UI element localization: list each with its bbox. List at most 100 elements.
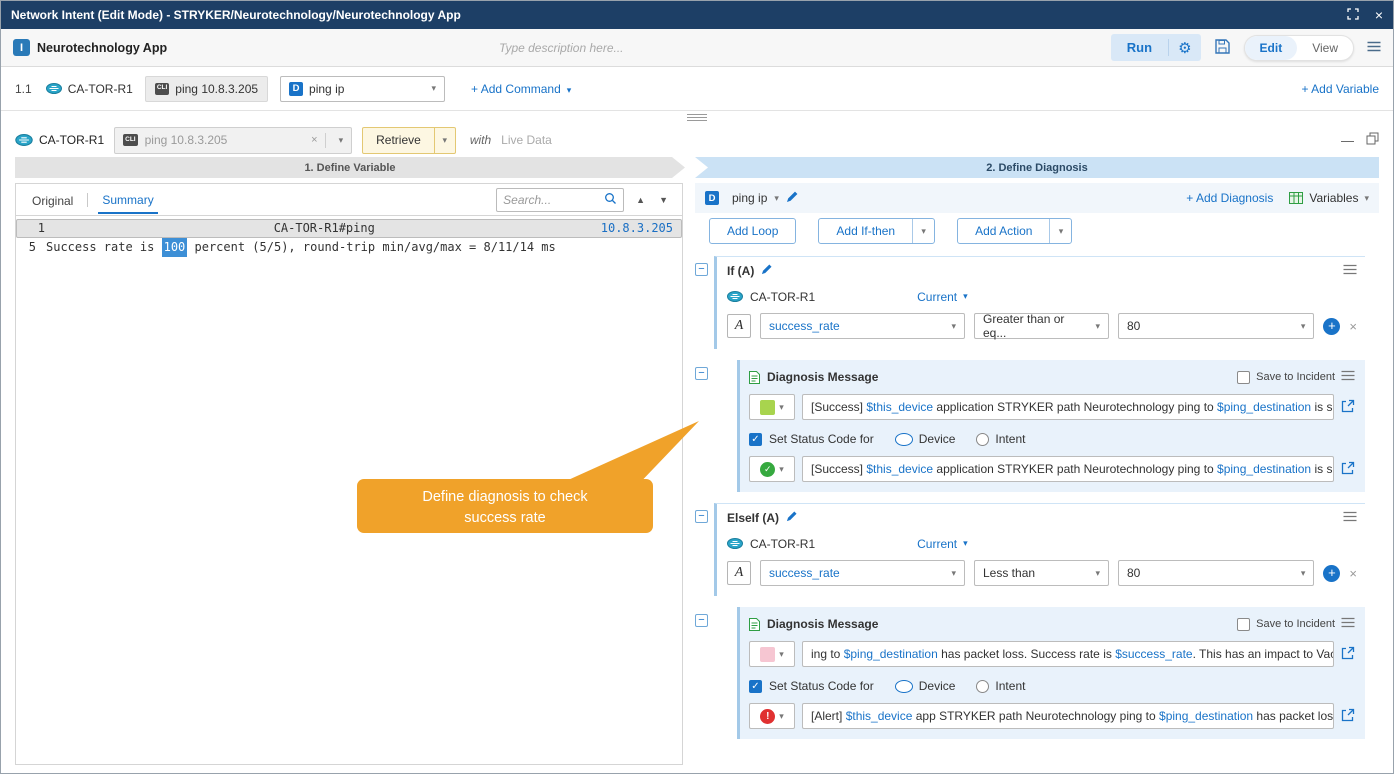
status-code-select[interactable]: ! ▾ bbox=[749, 703, 795, 729]
remove-condition-icon[interactable]: × bbox=[1349, 319, 1357, 334]
scope-select[interactable]: Current ▾ bbox=[917, 290, 968, 304]
block-menu-icon[interactable] bbox=[1343, 264, 1357, 278]
parser-select[interactable]: D ping ip ▾ bbox=[280, 76, 445, 102]
block-menu-icon[interactable] bbox=[1341, 370, 1355, 384]
operator-select[interactable]: Less than ▾ bbox=[974, 560, 1109, 586]
add-variable-button[interactable]: + Add Variable bbox=[1301, 82, 1379, 96]
variables-button[interactable]: Variables ▾ bbox=[1289, 191, 1369, 205]
add-action-dropdown[interactable]: ▾ bbox=[1049, 219, 1071, 243]
variable-token[interactable]: $ping_destination bbox=[1217, 462, 1311, 476]
intent-radio[interactable]: Intent bbox=[976, 679, 1025, 693]
color-select[interactable]: ▾ bbox=[749, 641, 795, 667]
view-mode-button[interactable]: View bbox=[1297, 36, 1353, 60]
command-select[interactable]: CLI ping 10.8.3.205 × ▾ bbox=[114, 127, 352, 154]
restore-icon[interactable] bbox=[1366, 132, 1379, 148]
add-condition-icon[interactable]: + bbox=[1323, 565, 1340, 582]
intent-radio[interactable]: Intent bbox=[976, 432, 1025, 446]
device-radio[interactable]: Device bbox=[895, 679, 956, 693]
variable-select[interactable]: success_rate ▾ bbox=[760, 313, 965, 339]
status-code-select[interactable]: ✓ ▾ bbox=[749, 456, 795, 482]
expand-message-icon[interactable] bbox=[1341, 708, 1355, 725]
add-diagnosis-button[interactable]: + Add Diagnosis bbox=[1186, 191, 1273, 205]
device-name: CA-TOR-R1 bbox=[750, 537, 815, 551]
collapse-icon[interactable]: − bbox=[695, 263, 708, 276]
save-to-incident-checkbox[interactable] bbox=[1237, 371, 1250, 384]
device-radio[interactable]: Device bbox=[895, 432, 956, 446]
add-condition-icon[interactable]: + bbox=[1323, 318, 1340, 335]
clear-command-icon[interactable]: × bbox=[311, 134, 317, 146]
next-match-icon[interactable]: ▼ bbox=[657, 195, 670, 205]
minimize-icon[interactable]: — bbox=[1341, 133, 1354, 148]
parser-value[interactable]: ping ip bbox=[732, 191, 767, 205]
retrieve-label[interactable]: Retrieve bbox=[363, 128, 434, 153]
variable-select[interactable]: success_rate ▾ bbox=[760, 560, 965, 586]
expand-message-icon[interactable] bbox=[1341, 461, 1355, 478]
add-if-then-dropdown[interactable]: ▾ bbox=[912, 219, 934, 243]
variable-token[interactable]: $ping_destination bbox=[1217, 400, 1311, 414]
block-menu-icon[interactable] bbox=[1341, 617, 1355, 631]
prev-match-icon[interactable]: ▲ bbox=[634, 195, 647, 205]
edit-pencil-icon[interactable] bbox=[786, 510, 798, 525]
message-input[interactable]: ing to $ping_destination has packet loss… bbox=[802, 641, 1334, 667]
command-chip[interactable]: CLI ping 10.8.3.205 bbox=[145, 76, 268, 102]
expand-message-icon[interactable] bbox=[1341, 646, 1355, 663]
color-select[interactable]: ▾ bbox=[749, 394, 795, 420]
chevron-down-icon[interactable]: ▾ bbox=[774, 193, 779, 204]
block-menu-icon[interactable] bbox=[1343, 511, 1357, 525]
collapse-icon[interactable]: − bbox=[695, 510, 708, 523]
variable-token[interactable]: $ping_destination bbox=[844, 647, 938, 661]
message-text: application STRYKER path Neurotechnology… bbox=[933, 462, 1217, 476]
collapse-icon[interactable]: − bbox=[695, 367, 708, 380]
run-button[interactable]: Run bbox=[1111, 40, 1168, 55]
operator-value: Less than bbox=[983, 566, 1035, 580]
edit-mode-button[interactable]: Edit bbox=[1245, 36, 1298, 60]
search-input[interactable] bbox=[503, 193, 604, 207]
device-chip[interactable]: CA-TOR-R1 bbox=[46, 82, 133, 96]
variable-token[interactable]: $this_device bbox=[846, 709, 913, 723]
value-select[interactable]: 80 ▾ bbox=[1118, 313, 1314, 339]
add-loop-button[interactable]: Add Loop bbox=[709, 218, 796, 244]
set-status-checkbox[interactable]: ✓ bbox=[749, 680, 762, 693]
chevron-down-icon: ▾ bbox=[432, 83, 437, 94]
radio-selected-icon bbox=[895, 680, 913, 693]
splitter[interactable] bbox=[1, 111, 1393, 123]
retrieve-dropdown[interactable]: ▾ bbox=[434, 128, 455, 153]
message-input[interactable]: [Alert] $this_device app STRYKER path Ne… bbox=[802, 703, 1334, 729]
device-chip: CA-TOR-R1 bbox=[15, 133, 104, 147]
chevron-down-icon: ▾ bbox=[1095, 568, 1100, 579]
variable-token[interactable]: $ping_destination bbox=[1159, 709, 1253, 723]
add-command-button[interactable]: + Add Command▾ bbox=[471, 82, 571, 96]
splitter-handle-icon[interactable] bbox=[687, 114, 707, 121]
close-icon[interactable]: × bbox=[1375, 7, 1383, 23]
save-icon[interactable] bbox=[1214, 38, 1231, 58]
tab-summary[interactable]: Summary bbox=[98, 186, 157, 214]
set-status-checkbox[interactable]: ✓ bbox=[749, 433, 762, 446]
collapse-icon[interactable]: − bbox=[695, 614, 708, 627]
edit-pencil-icon[interactable] bbox=[761, 263, 773, 278]
expand-message-icon[interactable] bbox=[1341, 399, 1355, 416]
menu-icon[interactable] bbox=[1367, 41, 1381, 55]
operator-select[interactable]: Greater than or eq... ▾ bbox=[974, 313, 1109, 339]
add-if-then-label[interactable]: Add If-then bbox=[819, 224, 912, 238]
gear-icon[interactable]: ⚙ bbox=[1169, 39, 1200, 57]
message-input[interactable]: [Success] $this_device application STRYK… bbox=[802, 456, 1334, 482]
tab-original[interactable]: Original bbox=[28, 187, 77, 213]
chevron-down-icon: ▾ bbox=[779, 711, 784, 722]
message-input[interactable]: [Success] $this_device application STRYK… bbox=[802, 394, 1334, 420]
variable-value: success_rate bbox=[769, 566, 840, 580]
save-to-incident-checkbox[interactable] bbox=[1237, 618, 1250, 631]
variable-token[interactable]: $this_device bbox=[866, 462, 933, 476]
variable-token[interactable]: $this_device bbox=[866, 400, 933, 414]
edit-pencil-icon[interactable] bbox=[786, 190, 799, 206]
scope-select[interactable]: Current ▾ bbox=[917, 537, 968, 551]
message-row: ▾ [Success] $this_device application STR… bbox=[749, 394, 1355, 420]
variable-token[interactable]: $success_rate bbox=[1115, 647, 1192, 661]
fullscreen-icon[interactable] bbox=[1347, 8, 1359, 23]
cli-output[interactable]: 1 CA-TOR-R1#ping 10.8.3.205 5 Success ra… bbox=[16, 216, 682, 764]
remove-condition-icon[interactable]: × bbox=[1349, 566, 1357, 581]
add-command-label: + Add Command bbox=[471, 82, 561, 96]
value-select[interactable]: 80 ▾ bbox=[1118, 560, 1314, 586]
search-icon[interactable] bbox=[604, 192, 617, 208]
add-action-label[interactable]: Add Action bbox=[958, 224, 1049, 238]
description-input[interactable]: Type description here... bbox=[499, 41, 624, 55]
